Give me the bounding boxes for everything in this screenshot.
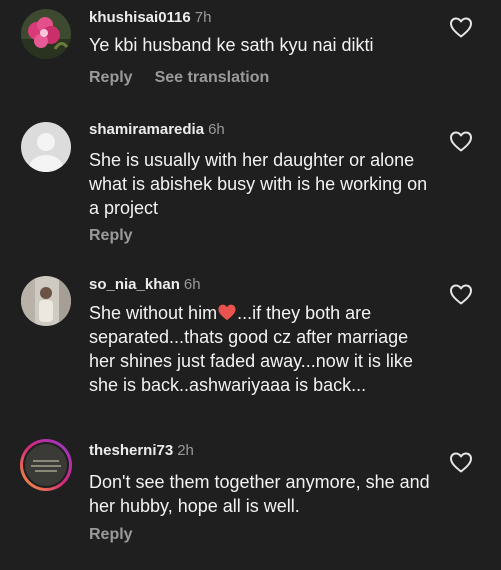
heart-outline-icon[interactable] — [449, 130, 473, 152]
comment-actions: Reply — [89, 525, 133, 545]
default-avatar-image — [21, 122, 71, 172]
timestamp: 2h — [177, 442, 194, 459]
comment-actions: Reply — [89, 226, 133, 246]
reply-button[interactable]: Reply — [89, 526, 133, 543]
avatar[interactable] — [21, 9, 71, 59]
username[interactable]: khushisai0116 — [89, 9, 191, 26]
timestamp: 7h — [194, 9, 212, 26]
avatar[interactable] — [19, 438, 73, 492]
reply-button[interactable]: Reply — [89, 227, 133, 244]
comment-text: Ye kbi husband ke sath kyu nai dikti — [89, 35, 374, 55]
avatar[interactable] — [21, 122, 71, 172]
comment-text: She is usually with her daughter or alon… — [89, 150, 428, 218]
pink-flower-avatar-image — [21, 9, 71, 59]
comment-item: khushisai0116 7h Ye kbi husband ke sath k… — [0, 0, 501, 100]
heart-outline-icon[interactable] — [449, 16, 473, 38]
comment-actions: Reply See translation — [89, 68, 269, 88]
see-translation-button[interactable]: See translation — [155, 69, 270, 86]
username[interactable]: shamiramaredia — [89, 121, 204, 138]
comment-header: so_nia_khan 6h — [89, 276, 201, 294]
comment-item: so_nia_khan 6h She without him ...if they … — [0, 265, 501, 425]
comment-text: Don't see them together anymore, she and… — [89, 472, 430, 516]
heart-outline-icon[interactable] — [449, 283, 473, 305]
comment-item: shamiramaredia 6h She is usually with her… — [0, 112, 501, 262]
comment-header: shamiramaredia 6h — [89, 121, 225, 139]
reply-button[interactable]: Reply — [89, 69, 133, 86]
username[interactable]: thesherni73 — [89, 442, 173, 459]
comment-text-start: She without him — [89, 303, 218, 323]
avatar[interactable] — [21, 276, 71, 326]
comment-header: thesherni73 2h — [89, 442, 194, 460]
comment-text: She without him ...if they both are separ… — [89, 301, 424, 397]
comment-item: thesherni73 2h Don't see them together an… — [0, 433, 501, 570]
timestamp: 6h — [208, 121, 225, 138]
red-heart-emoji-icon — [218, 304, 236, 321]
heart-outline-icon[interactable] — [449, 451, 473, 473]
person-avatar-image — [21, 276, 71, 326]
story-ring-avatar-image — [20, 439, 72, 491]
username[interactable]: so_nia_khan — [89, 276, 180, 293]
timestamp: 6h — [183, 276, 201, 293]
comment-header: khushisai0116 7h — [89, 9, 211, 27]
